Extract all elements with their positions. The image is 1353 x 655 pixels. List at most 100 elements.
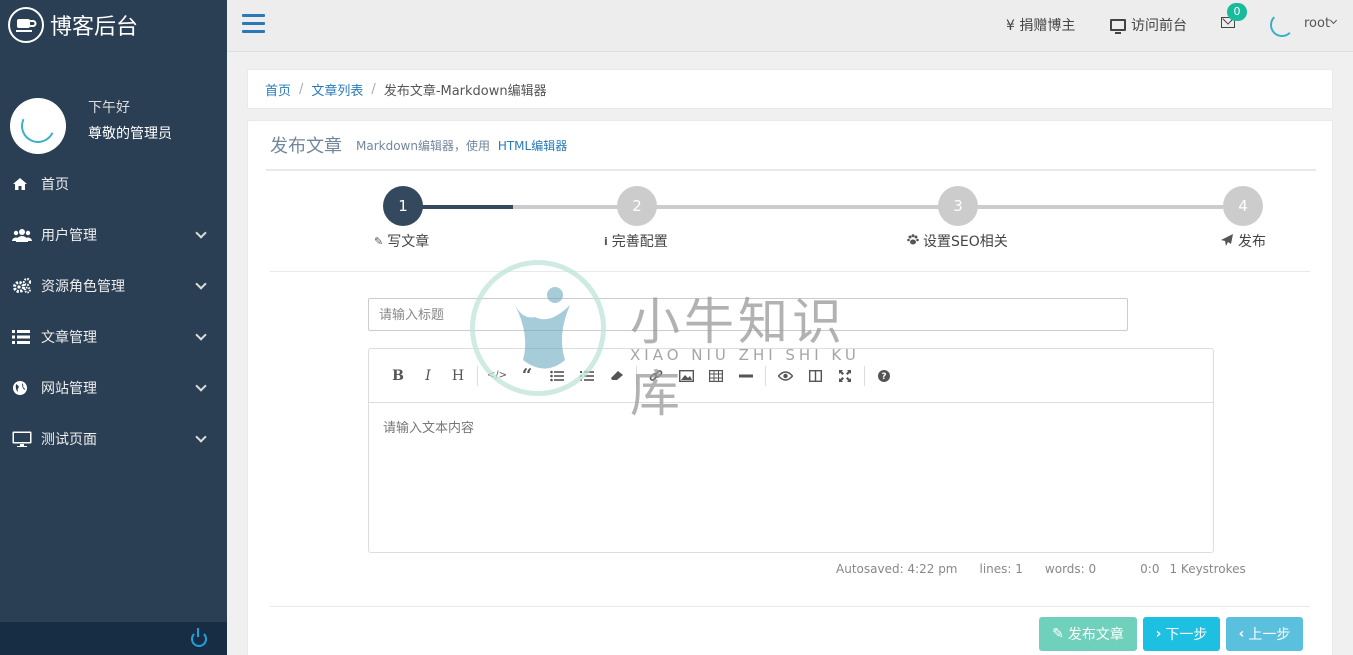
toolbar-separator [477, 365, 478, 386]
side-by-side-icon[interactable] [800, 361, 830, 391]
topbar: ¥ 捐赠博主 访问前台 0 root [227, 0, 1353, 52]
user-avatar[interactable] [1270, 13, 1294, 37]
sidebar-item-test[interactable]: 测试页面 [0, 413, 227, 464]
editor-statusbar: Autosaved: 4:22 pm lines: 1 words: 0 0:0… [836, 562, 1268, 576]
help-icon[interactable]: ? [869, 361, 899, 391]
step-wizard: 1 2 3 4 ✎ 写文章 i 完善配置 设置SEO相关 发布 [270, 186, 1310, 272]
wizard-step-3[interactable]: 3 [938, 186, 978, 226]
breadcrumb-home[interactable]: 首页 [265, 80, 291, 99]
panel-subtitle-text: Markdown编辑器，使用 [356, 138, 490, 153]
sidebar-item-label: 测试页面 [41, 431, 97, 448]
code-icon[interactable]: </> [482, 361, 512, 391]
italic-icon[interactable]: I [413, 361, 443, 391]
sidebar: 博客后台 下午好 尊敬的管理员 首页 用户管理 资源角色管理 文章管理 网站管理… [0, 0, 227, 655]
editor-toolbar: B I H </> “ ? [369, 349, 1213, 403]
user-menu[interactable]: root [1304, 16, 1330, 31]
donate-link[interactable]: ¥ 捐赠博主 [1006, 15, 1075, 35]
heading-icon[interactable]: H [443, 361, 473, 391]
sidebar-item-label: 用户管理 [41, 227, 97, 244]
chevron-down-icon [195, 227, 207, 239]
unordered-list-icon[interactable] [542, 361, 572, 391]
power-icon[interactable] [191, 628, 207, 647]
user-name: 尊敬的管理员 [88, 126, 172, 142]
menu-toggle-icon[interactable] [242, 14, 265, 33]
paw-icon [907, 234, 919, 248]
wizard-step-label: 写文章 [387, 234, 430, 250]
word-count: words: 0 [1044, 562, 1097, 576]
mail-count-badge: 0 [1227, 3, 1247, 21]
html-editor-link[interactable]: HTML编辑器 [498, 139, 567, 153]
quote-icon[interactable]: “ [512, 361, 542, 391]
sidebar-item-users[interactable]: 用户管理 [0, 209, 227, 260]
cursor-position: 0:0 [1140, 562, 1160, 576]
autosave-status: Autosaved: 4:22 pm [836, 562, 958, 576]
chevron-down-icon [195, 329, 207, 341]
desktop-icon [1110, 19, 1126, 34]
wizard-step-1-label: ✎ 写文章 [374, 231, 429, 251]
line-count: lines: 1 [979, 562, 1023, 576]
toolbar-separator [636, 365, 637, 386]
preview-eye-icon[interactable] [770, 361, 800, 391]
pencil-icon: ✎ [1052, 626, 1064, 642]
donate-label: ¥ 捐赠博主 [1006, 18, 1076, 34]
wizard-step-3-label: 设置SEO相关 [907, 231, 1008, 251]
sidebar-footer [0, 622, 227, 655]
horizontal-rule-icon[interactable] [731, 361, 761, 391]
toolbar-separator [765, 365, 766, 386]
sidebar-item-label: 资源角色管理 [41, 278, 125, 295]
wizard-step-4[interactable]: 4 [1223, 186, 1263, 226]
wizard-step-label: 设置SEO相关 [923, 234, 1008, 250]
brand[interactable]: 博客后台 [0, 0, 227, 50]
sidebar-item-articles[interactable]: 文章管理 [0, 311, 227, 362]
wizard-step-2[interactable]: 2 [617, 186, 657, 226]
sidebar-item-resources[interactable]: 资源角色管理 [0, 260, 227, 311]
table-icon[interactable] [701, 361, 731, 391]
avatar[interactable] [10, 98, 66, 154]
chevron-down-icon [195, 380, 207, 392]
sidebar-menu: 首页 用户管理 资源角色管理 文章管理 网站管理 测试页面 [0, 158, 227, 464]
svg-text:?: ? [881, 372, 886, 382]
breadcrumb-article-list[interactable]: 文章列表 [311, 80, 363, 99]
link-icon[interactable] [641, 361, 671, 391]
list-icon [12, 329, 34, 345]
pencil-icon: ✎ [374, 234, 384, 248]
chevron-down-icon [195, 278, 207, 290]
wizard-step-label: 发布 [1238, 234, 1266, 250]
eraser-icon[interactable] [602, 361, 632, 391]
send-icon [1221, 233, 1234, 249]
visit-site-link[interactable]: 访问前台 [1110, 15, 1187, 35]
panel-subtitle: Markdown编辑器，使用 HTML编辑器 [356, 137, 567, 154]
globe-icon [12, 380, 34, 396]
desktop-icon [12, 431, 34, 447]
sidebar-item-home[interactable]: 首页 [0, 158, 227, 209]
cogs-icon [12, 277, 34, 294]
sidebar-item-label: 文章管理 [41, 329, 97, 346]
breadcrumb: 首页 / 文章列表 / 发布文章-Markdown编辑器 [247, 69, 1333, 109]
wizard-step-2-label: i 完善配置 [604, 231, 668, 251]
ordered-list-icon[interactable] [572, 361, 602, 391]
users-icon [12, 227, 34, 243]
editor-content[interactable]: 请输入文本内容 [369, 403, 1213, 450]
title-input[interactable] [368, 298, 1128, 331]
fullscreen-icon[interactable] [830, 361, 860, 391]
markdown-editor: B I H </> “ ? 请输入文本内容 [368, 348, 1214, 553]
publish-button[interactable]: ✎ 发布文章 [1039, 617, 1137, 651]
wizard-step-1[interactable]: 1 [383, 186, 423, 226]
divider [270, 606, 1310, 607]
home-icon [12, 176, 34, 192]
prev-step-button[interactable]: ‹ 上一步 [1226, 617, 1303, 651]
toolbar-separator [864, 365, 865, 386]
chevron-left-icon: ‹ [1238, 626, 1245, 642]
page-title: 发布文章 [270, 136, 342, 157]
chevron-down-icon [195, 431, 207, 443]
image-icon[interactable] [671, 361, 701, 391]
next-label: 下一步 [1165, 627, 1208, 643]
sidebar-item-site[interactable]: 网站管理 [0, 362, 227, 413]
next-step-button[interactable]: › 下一步 [1143, 617, 1220, 651]
publish-panel: 发布文章 Markdown编辑器，使用 HTML编辑器 1 2 3 4 ✎ 写文… [247, 120, 1333, 655]
sidebar-item-label: 首页 [41, 176, 69, 193]
bold-icon[interactable]: B [383, 361, 413, 391]
breadcrumb-separator: / [299, 81, 304, 97]
info-icon: i [604, 234, 608, 248]
coffee-cup-icon [8, 7, 44, 43]
